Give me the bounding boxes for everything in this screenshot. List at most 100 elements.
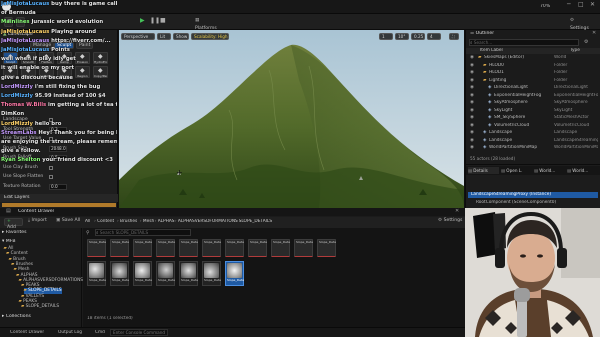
texture-tile[interactable]: Slope_Details_14 — [133, 261, 152, 286]
outliner-row[interactable]: ◉ ◈ ExponentialHeightFog ExponentialHeightF… — [470, 93, 598, 99]
chat-text: Jurassic world evolution — [31, 19, 104, 26]
outliner-row[interactable]: ◉ ◈ DirectionalLight DirectionalLight — [470, 85, 598, 91]
layer-row[interactable] — [2, 203, 116, 207]
outliner-row[interactable]: ◉ ◈ WorldPartitionMiniMap WorldPartitionMin… — [470, 145, 598, 151]
settings-button[interactable]: ⚙ Settings — [568, 17, 596, 31]
asset-filter-icon[interactable]: ⚲ — [86, 230, 92, 236]
maximize-viewport-icon[interactable]: ⛶ — [449, 33, 459, 40]
breadcrumb-item[interactable]: Content — [97, 219, 114, 224]
asset-tile[interactable]: Slope_Details_03 — [133, 239, 152, 257]
texture-tile[interactable]: Slope_Details_16 — [179, 261, 198, 286]
tree-item[interactable]: ▰ SLOPE_DETAILS — [21, 304, 59, 310]
visibility-eye-icon[interactable]: ◉ — [470, 85, 474, 91]
details-tab[interactable]: ▤ Open L. — [501, 167, 532, 174]
asset-tile[interactable]: Slope_Details_01 — [87, 239, 106, 257]
details-row[interactable]: RootComponent (SceneComponent0) — [468, 200, 598, 206]
details-tab[interactable]: ▤ World... — [567, 167, 598, 174]
asset-tile[interactable]: Slope_Details_04 — [156, 239, 175, 257]
asset-tile[interactable]: Slope_Details_10 — [294, 239, 313, 257]
visibility-eye-icon[interactable]: ◉ — [470, 138, 474, 144]
outliner-row[interactable]: ◉ ◈ Landscape Landscape — [470, 130, 598, 136]
property-checkbox[interactable] — [49, 175, 53, 179]
outliner-row[interactable]: ◉ ◈ SM_SkySphere StaticMeshActor — [470, 115, 598, 121]
viewport-snap-button[interactable]: 4 — [427, 33, 441, 40]
viewport-snap-button[interactable]: 0.25 — [411, 33, 425, 40]
outliner-row[interactable]: ◉ ▰ Lighting Folder — [470, 78, 598, 84]
outliner-row[interactable]: ◉ ◈ VolumetricCloud VolumetricCloud — [470, 123, 598, 129]
content-close-icon[interactable]: ✕ — [455, 208, 459, 214]
breadcrumb-item[interactable]: ALPHASVERSDFORMATIONS — [178, 219, 238, 224]
breadcrumb-item[interactable]: All — [85, 219, 90, 224]
property-value-field[interactable]: 0.0 — [49, 183, 67, 190]
save-all-button[interactable]: ▣ Save All — [54, 218, 82, 226]
details-row-selected[interactable]: LandscapeStreamingProxy (Instance) — [468, 192, 598, 198]
texture-tile[interactable]: Slope_Details_12 — [87, 261, 106, 286]
texture-tile[interactable]: Slope_Details_15 — [156, 261, 175, 286]
viewport-button[interactable]: Perspective — [121, 33, 155, 40]
visibility-eye-icon[interactable]: ◉ — [470, 145, 474, 151]
outliner-search[interactable]: ⌕ Search... — [469, 39, 579, 46]
asset-tile[interactable]: Slope_Details_05 — [179, 239, 198, 257]
outliner-row[interactable]: ◉ ▰ HLOD0 Folder — [470, 63, 598, 69]
outliner-row[interactable]: ◉ ▰ SkiesMaps (Editor) World — [470, 55, 598, 61]
viewport-button[interactable]: Lit — [157, 33, 171, 40]
visibility-eye-icon[interactable]: ◉ — [470, 100, 474, 106]
close-icon[interactable]: ✕ — [590, 1, 595, 8]
visibility-eye-icon[interactable]: ◉ — [470, 78, 474, 84]
viewport-button[interactable]: Scalability: High — [191, 33, 229, 40]
asset-tile[interactable]: Slope_Details_11 — [317, 239, 336, 257]
viewport-snap-button[interactable]: 1 — [379, 33, 393, 40]
viewport-snap-button[interactable]: 10° — [395, 33, 409, 40]
visibility-eye-icon[interactable]: ◉ — [470, 108, 474, 114]
outliner-close-icon[interactable]: ✕ — [592, 30, 596, 36]
asset-tile[interactable]: Slope_Details_09 — [271, 239, 290, 257]
visibility-eye-icon[interactable]: ◉ — [470, 93, 474, 99]
visibility-eye-icon[interactable]: ◉ — [470, 63, 474, 69]
maximize-icon[interactable]: □ — [578, 1, 584, 8]
breadcrumb-item[interactable]: ALPHAS — [158, 219, 175, 224]
details-tab[interactable]: ▤ World... — [534, 167, 565, 174]
visibility-eye-icon[interactable]: ◉ — [470, 115, 474, 121]
webcam-image — [465, 208, 600, 337]
asset-search[interactable]: ⌕ Search SLOPE_DETAILS — [95, 229, 191, 236]
tab-content-drawer[interactable]: Content Drawer — [18, 209, 54, 214]
outliner-row[interactable]: ◉ ◈Landscape LandscapeStreamingProxy — [470, 138, 598, 144]
asset-tile[interactable]: Slope_Details_06 — [202, 239, 221, 257]
chat-message: LordMizzly hello bro — [1, 121, 117, 127]
collections-header[interactable]: ▸ Collections — [2, 314, 31, 319]
minimize-icon[interactable]: ─ — [567, 1, 571, 8]
import-button[interactable]: ⤓ Import — [26, 218, 49, 226]
visibility-eye-icon[interactable]: ◉ — [470, 123, 474, 129]
visibility-eye-icon[interactable]: ◉ — [470, 130, 474, 136]
status-cmd[interactable]: Cmd — [95, 330, 105, 335]
status-content-drawer[interactable]: Content Drawer — [10, 330, 44, 335]
breadcrumb-item[interactable]: Brushes — [120, 219, 137, 224]
favorites-header[interactable]: ▸ Favorites — [2, 230, 27, 235]
asset-tile[interactable]: Slope_Details_08 — [248, 239, 267, 257]
texture-tile[interactable]: Slope_Details_13 — [110, 261, 129, 286]
outliner-row[interactable]: ◉ ▰ HLOD1 Folder — [470, 70, 598, 76]
details-tab[interactable]: ▤ Details — [468, 167, 499, 174]
outliner-row[interactable]: ◉ ◈ SkyLight SkyLight — [470, 108, 598, 114]
play-button[interactable]: ▶ — [138, 17, 147, 27]
viewport-button[interactable]: Show — [173, 33, 189, 40]
asset-tile[interactable]: Slope_Details_07 — [225, 239, 244, 257]
level-viewport[interactable]: + Perspective Lit Show Scalability: High 11… — [119, 30, 464, 208]
breadcrumb-item[interactable]: Mesh — [143, 219, 154, 224]
status-output-log[interactable]: Output Log — [58, 330, 82, 335]
platforms-button[interactable]: ▦ Platforms — [193, 17, 223, 31]
texture-tile[interactable]: Slope_Details_18 — [225, 261, 244, 286]
content-settings-button[interactable]: ⚙ Settings — [436, 218, 464, 226]
add-button[interactable]: + Add — [4, 218, 23, 230]
outliner-panel: ☰ Outliner ✕ ⌕ Search... ⚙ Item Label Ty… — [465, 30, 600, 164]
stop-icon[interactable]: ■ — [158, 17, 168, 27]
asset-tile[interactable]: Slope_Details_02 — [110, 239, 129, 257]
outliner-settings-icon[interactable]: ⚙ — [584, 39, 588, 45]
outliner-row[interactable]: ◉ ◈ SkyAtmosphere SkyAtmosphere — [470, 100, 598, 106]
visibility-eye-icon[interactable]: ◉ — [470, 70, 474, 76]
breadcrumb-item[interactable]: SLOPE_DETAILS — [239, 219, 272, 224]
texture-tile[interactable]: Slope_Details_17 — [202, 261, 221, 286]
console-input[interactable]: Enter Console Command — [110, 329, 169, 336]
project-header[interactable]: ▾ MFB — [2, 239, 16, 244]
visibility-eye-icon[interactable]: ◉ — [470, 55, 474, 61]
